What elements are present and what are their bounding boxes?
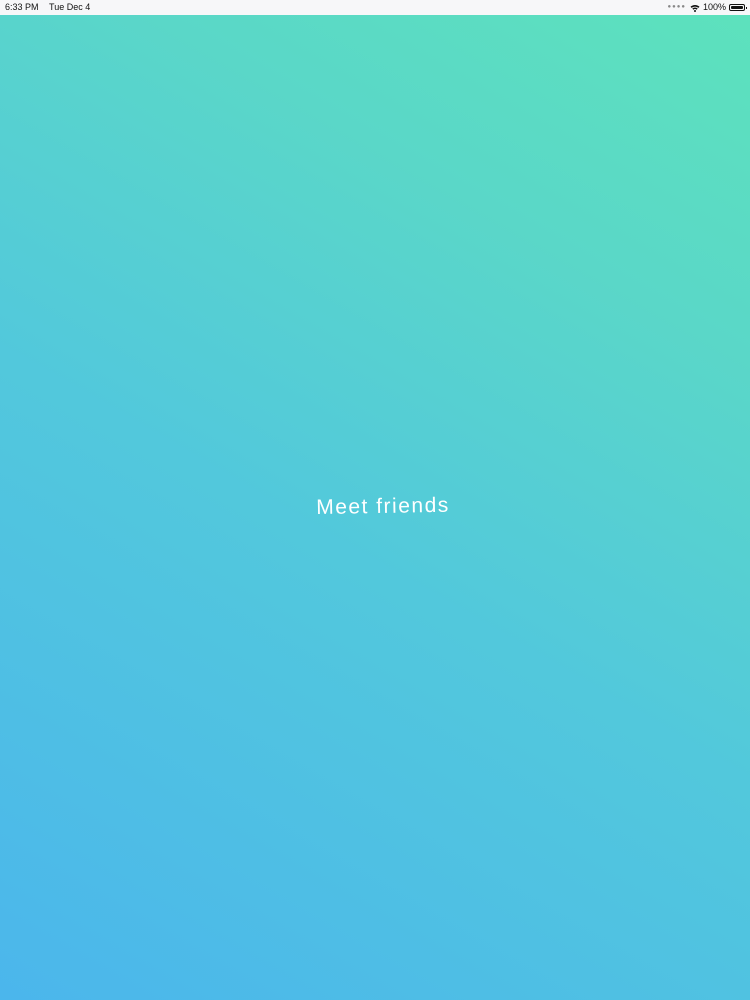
battery-percentage: 100% [702, 2, 726, 12]
cellular-signal-icon: ●●●● [667, 4, 686, 10]
battery-icon [729, 4, 747, 11]
status-time: 6:33 PM [5, 2, 39, 12]
status-bar: 6:33 PM Tue Dec 4 ●●●● 100% [0, 0, 750, 15]
status-bar-left: 6:33 PM Tue Dec 4 [5, 0, 90, 15]
battery-level-fill [731, 6, 743, 9]
app-screen: 6:33 PM Tue Dec 4 ●●●● 100% Meet friends [0, 0, 750, 1000]
wifi-icon [690, 4, 700, 12]
status-bar-right: ●●●● 100% [667, 0, 747, 15]
status-date: Tue Dec 4 [49, 2, 91, 12]
